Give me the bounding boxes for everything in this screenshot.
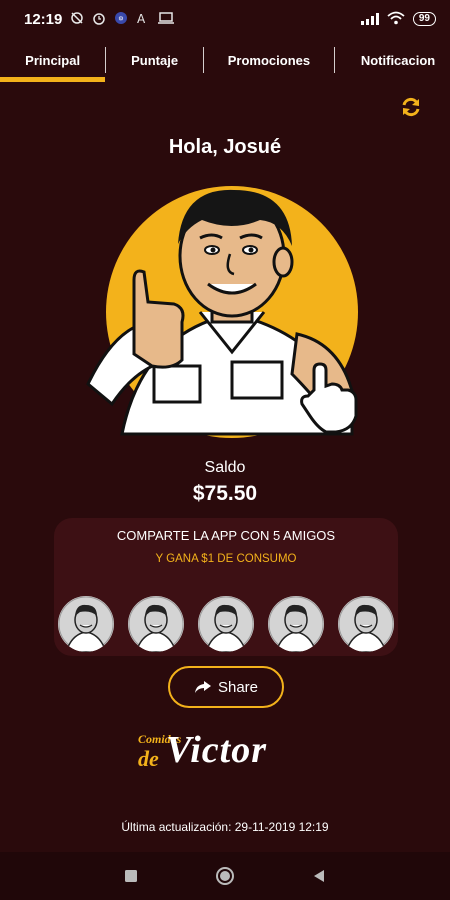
tab-promociones[interactable]: Promociones <box>204 38 334 82</box>
signal-icon <box>360 13 379 25</box>
last-update-text: Última actualización: 29-11-2019 12:19 <box>121 820 329 834</box>
font-icon: A <box>136 11 150 28</box>
share-card-title: COMPARTE LA APP CON 5 AMIGOS <box>116 528 336 543</box>
logo-text-de: de <box>138 746 159 771</box>
friend-avatar-2[interactable] <box>128 596 184 652</box>
avatar-illustration <box>82 184 372 444</box>
friend-avatar-5[interactable] <box>338 596 394 652</box>
brand-logo: Comidas de Victor <box>136 726 316 784</box>
status-time: 12:19 <box>24 10 63 28</box>
alarm-icon <box>92 11 106 28</box>
tab-principal[interactable]: Principal <box>0 38 106 82</box>
friend-avatars <box>58 596 394 652</box>
tab-label: Principal <box>25 52 81 68</box>
share-arrow-icon <box>194 680 212 694</box>
recents-button[interactable] <box>121 866 141 886</box>
tab-label: Promociones <box>227 52 311 68</box>
share-card: COMPARTE LA APP CON 5 AMIGOS Y GANA $1 D… <box>54 518 398 656</box>
status-right: 99 <box>360 11 436 28</box>
share-card-subtitle: Y GANA $1 DE CONSUMO <box>155 553 297 565</box>
battery-icon: 99 <box>412 12 436 26</box>
active-tab-indicator <box>0 77 106 82</box>
balance-value: $75.50 <box>192 482 258 505</box>
friend-avatar-1[interactable] <box>58 596 114 652</box>
tab-bar: Principal Puntaje Promociones Notificaci… <box>0 38 450 82</box>
balance-label: Saldo <box>204 459 246 476</box>
friend-avatar-4[interactable] <box>268 596 324 652</box>
home-button[interactable] <box>215 866 235 886</box>
svg-text:⚙: ⚙ <box>119 15 124 22</box>
status-bar: 12:19 ⚙ A 99 <box>0 0 450 38</box>
share-button-label: Share <box>217 678 259 696</box>
cast-icon <box>158 11 175 28</box>
tab-label: Notificacion <box>360 52 436 68</box>
svg-text:A: A <box>137 12 146 25</box>
system-nav-bar <box>0 852 450 900</box>
tab-label: Puntaje <box>131 52 179 68</box>
wifi-icon <box>387 11 405 28</box>
share-button[interactable]: Share <box>168 666 284 708</box>
status-left: 12:19 ⚙ A <box>24 10 175 28</box>
tab-notificaciones[interactable]: Notificacion <box>335 38 450 82</box>
tab-puntaje[interactable]: Puntaje <box>106 38 203 82</box>
back-button[interactable] <box>309 866 329 886</box>
sync-off-icon <box>70 11 84 28</box>
logo-text-victor: Victor <box>166 729 268 771</box>
greeting-title: Hola, Josué <box>168 136 282 158</box>
friend-avatar-3[interactable] <box>198 596 254 652</box>
refresh-icon[interactable] <box>400 96 422 118</box>
vpn-icon: ⚙ <box>114 11 128 28</box>
